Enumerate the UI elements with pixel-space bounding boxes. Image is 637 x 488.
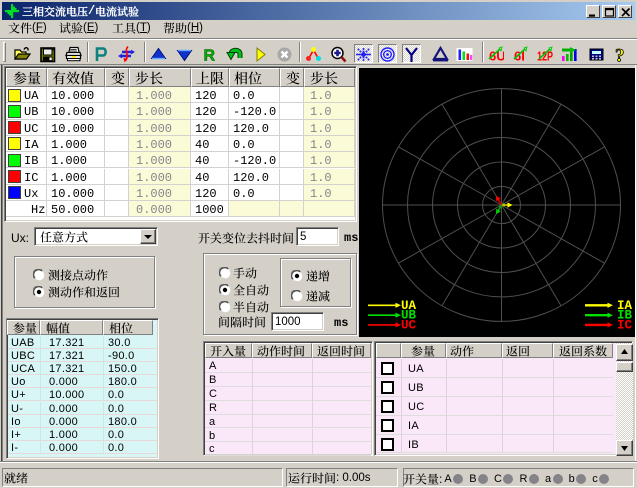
svg-text:IC: IC <box>617 318 633 332</box>
svg-text:6U: 6U <box>489 49 504 64</box>
svg-text:UC: UC <box>401 318 417 332</box>
svg-text:?: ? <box>615 46 625 63</box>
svg-text:R: R <box>204 48 216 64</box>
